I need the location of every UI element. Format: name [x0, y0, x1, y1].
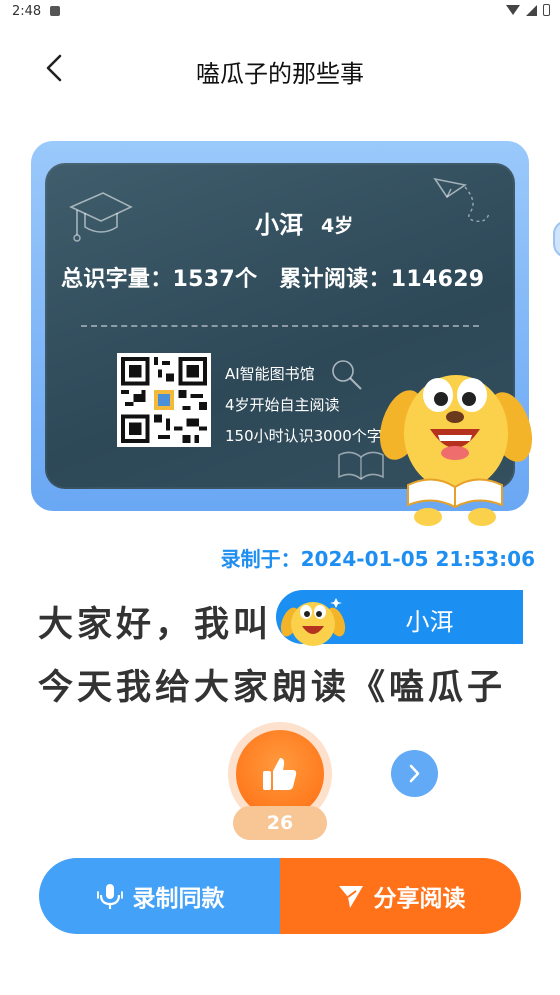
total-chars-value: 1537个 — [172, 267, 258, 292]
like-count: 26 — [266, 812, 294, 834]
qr-code-image — [121, 357, 207, 443]
signal-icon — [526, 4, 537, 16]
send-icon — [338, 886, 363, 908]
title-bar: 嗑瓜子的那些事 — [0, 40, 560, 96]
graduation-cap-icon — [69, 192, 133, 242]
thumbs-up-icon — [263, 758, 297, 790]
paper-plane-icon — [433, 177, 490, 223]
next-page-button[interactable] — [391, 750, 438, 797]
name-badge-text: 小洱 — [405, 608, 454, 636]
status-bar: 2:48 — [0, 0, 560, 24]
reading-text-line: 大家好，我叫 — [38, 605, 273, 645]
total-chars-label: 总识字量： — [61, 267, 173, 292]
total-reads-label: 累计阅读： — [279, 267, 391, 292]
dashed-divider — [81, 325, 479, 327]
chevron-right-icon — [409, 764, 420, 783]
like-button[interactable] — [236, 730, 324, 818]
recorded-at-timestamp: 录制于：2024-01-05 21:53:06 — [220, 547, 535, 571]
reader-age: 4岁 — [321, 215, 354, 237]
qr-code — [117, 353, 211, 447]
side-floating-button[interactable] — [553, 220, 560, 258]
status-indicators — [506, 4, 550, 16]
record-same-button[interactable]: 录制同款 — [39, 858, 280, 934]
status-time: 2:48 — [12, 4, 42, 19]
record-same-label: 录制同款 — [132, 886, 225, 912]
reading-text-line: 今天我给大家朗读《嗑瓜子 — [38, 668, 507, 708]
microphone-icon — [96, 884, 123, 909]
name-badge: 小洱 — [276, 590, 523, 646]
magnifier-icon — [332, 360, 362, 390]
dog-mascot-illustration — [379, 375, 533, 526]
notification-icon — [50, 6, 60, 16]
share-reading-button[interactable]: 分享阅读 — [280, 858, 521, 934]
reader-name: 小洱 — [255, 211, 303, 239]
battery-icon — [543, 4, 550, 16]
page-title: 嗑瓜子的那些事 — [196, 60, 364, 88]
promo-line: 4岁开始自主阅读 — [225, 396, 340, 414]
like-count-pill: 26 — [233, 806, 327, 840]
share-reading-label: 分享阅读 — [373, 886, 466, 912]
action-bar: 录制同款 分享阅读 — [39, 858, 521, 934]
reading-stats: 总识字量：1537个 累计阅读：114629 — [61, 261, 484, 293]
total-reads-value: 114629 — [390, 267, 485, 292]
wifi-icon — [506, 5, 520, 15]
